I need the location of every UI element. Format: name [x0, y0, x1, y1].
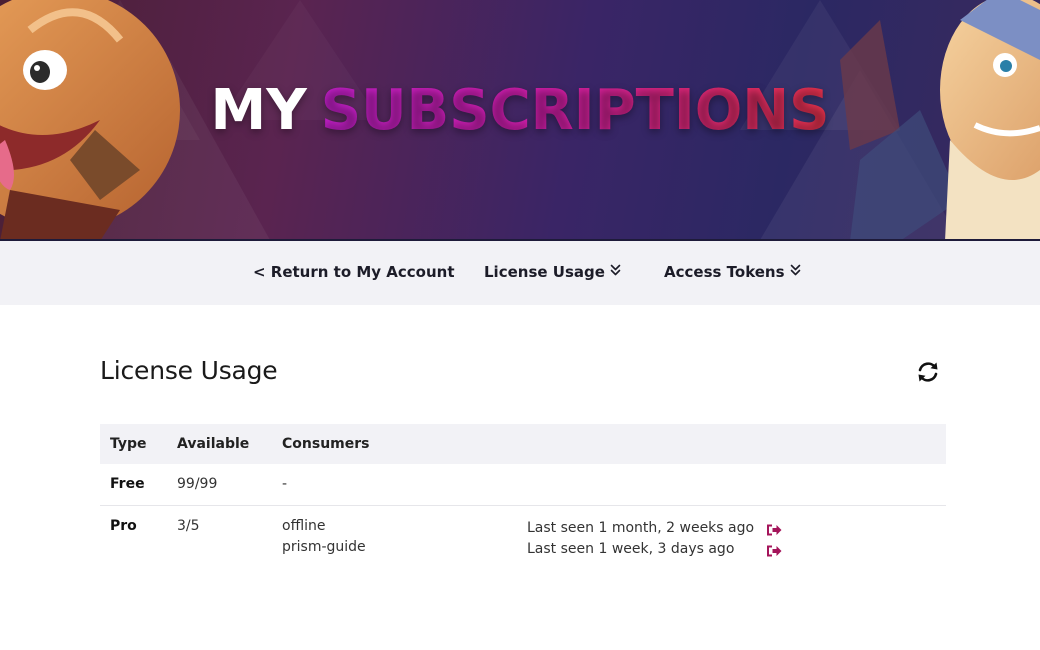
consumer-name: -: [272, 464, 517, 506]
license-usage-table: Type Available Consumers Free 99/99 - Pr…: [100, 424, 946, 560]
return-to-account-link[interactable]: < Return to My Account: [253, 263, 455, 281]
license-available-free: 99/99: [167, 464, 272, 506]
sign-out-icon[interactable]: [765, 523, 783, 537]
column-header-consumers: Consumers: [272, 424, 517, 464]
license-type-free: Free: [100, 464, 167, 506]
consumer-last-seen-empty: [517, 464, 946, 506]
consumer-name: prism-guide: [282, 538, 366, 555]
table-header-row: Type Available Consumers: [100, 424, 946, 464]
license-usage-heading: License Usage: [100, 356, 278, 385]
return-to-account-label: < Return to My Account: [253, 263, 455, 281]
double-chevron-down-icon: [790, 264, 801, 279]
refresh-icon[interactable]: [914, 358, 942, 386]
hero-title-word-subscriptions: SUBSCRIPTIONS: [320, 78, 830, 143]
column-header-type: Type: [100, 424, 167, 464]
consumer-activity-item: Last seen 1 month, 2 weeks ago: [527, 518, 936, 539]
license-type-pro: Pro: [110, 517, 137, 534]
table-row: Pro 3/5 offline prism-guide Last seen 1 …: [100, 505, 946, 560]
consumer-last-seen: Last seen 1 week, 3 days ago: [527, 540, 735, 557]
hero-title-word-my: MY: [210, 78, 307, 143]
consumer-list: offline prism-guide: [272, 505, 517, 560]
license-usage-nav-link[interactable]: License Usage: [484, 263, 621, 281]
consumer-activity-list: Last seen 1 month, 2 weeks ago Last seen…: [517, 505, 946, 560]
subscription-subnav: < Return to My Account License Usage Acc…: [0, 241, 1040, 305]
license-available-pro: 3/5: [177, 517, 200, 534]
consumer-name: offline: [282, 517, 326, 534]
hero-banner: MY SUBSCRIPTIONS: [0, 0, 1040, 241]
consumer-last-seen: Last seen 1 month, 2 weeks ago: [527, 519, 755, 536]
column-header-blank: [517, 424, 946, 464]
page-hero-title: MY SUBSCRIPTIONS: [0, 78, 1040, 143]
access-tokens-nav-link[interactable]: Access Tokens: [664, 263, 801, 281]
access-tokens-nav-label: Access Tokens: [664, 263, 785, 281]
license-usage-nav-label: License Usage: [484, 263, 605, 281]
sign-out-icon[interactable]: [765, 544, 783, 558]
double-chevron-down-icon: [610, 264, 621, 279]
table-row: Free 99/99 -: [100, 464, 946, 506]
consumer-activity-item: Last seen 1 week, 3 days ago: [527, 539, 936, 560]
column-header-available: Available: [167, 424, 272, 464]
